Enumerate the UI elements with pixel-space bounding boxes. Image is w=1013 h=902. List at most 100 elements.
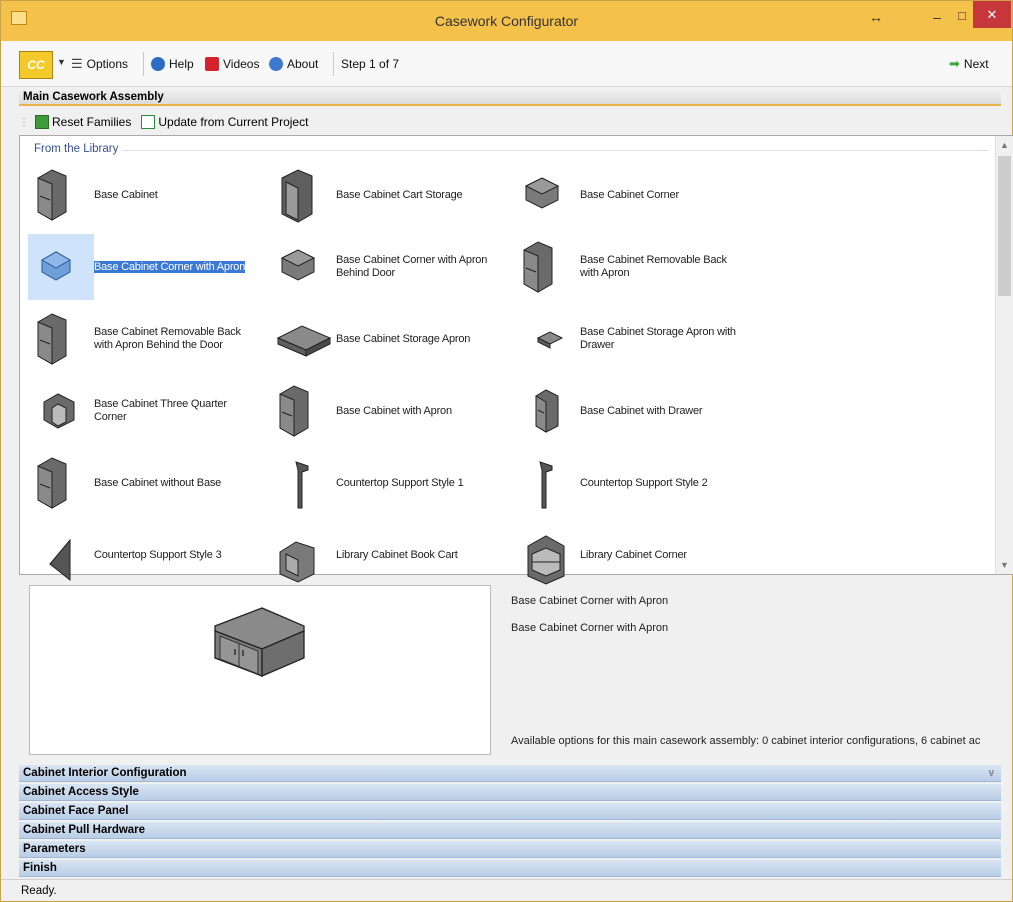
cabinet-icon [28, 450, 94, 516]
library-item[interactable]: Countertop Support Style 1 [270, 452, 510, 514]
step-indicator: Step 1 of 7 [341, 57, 400, 71]
next-label: Next [963, 57, 989, 71]
library-item[interactable]: Base Cabinet Corner with Apron Behind Do… [270, 236, 510, 298]
section-title: Cabinet Interior Configuration [23, 767, 187, 779]
logo-dropdown-icon[interactable]: ▼ [57, 57, 66, 67]
section-header[interactable]: Cabinet Pull Hardware [19, 822, 1001, 839]
scroll-down-icon[interactable]: ▼ [1000, 560, 1009, 570]
library-item[interactable]: Countertop Support Style 2 [514, 452, 754, 514]
scroll-up-icon[interactable]: ▲ [1000, 140, 1009, 150]
triangle-support-icon [28, 522, 94, 588]
families-toolbar: ⋮ Reset Families Update from Current Pro… [19, 109, 1001, 135]
reset-families-button[interactable]: Reset Families [35, 115, 131, 129]
library-item-label: Countertop Support Style 2 [580, 477, 745, 490]
main-casework-assembly-header[interactable]: Main Casework Assembly [19, 89, 1001, 106]
expand-icon[interactable]: ∨ [988, 765, 995, 782]
section-header[interactable]: Cabinet Interior Configuration ∨ [19, 765, 1001, 782]
library-item[interactable]: Base Cabinet Corner [514, 164, 754, 226]
cabinet-icon [270, 378, 336, 444]
library-item-text: Base Cabinet Removable Back with Apron B… [94, 326, 241, 351]
three-quarter-icon [28, 378, 94, 444]
support-icon [514, 450, 580, 516]
status-bar: Ready. [1, 879, 1012, 901]
cabinet-icon [514, 234, 580, 300]
library-item[interactable]: Base Cabinet Removable Back with Apron [514, 236, 754, 298]
tray-icon [270, 306, 336, 372]
library-item-text: Base Cabinet Corner with Apron [94, 260, 246, 273]
library-item-label: Base Cabinet without Base [94, 477, 259, 490]
library-item-label: Library Cabinet Book Cart [336, 549, 501, 562]
library-item-label: Base Cabinet with Apron [336, 405, 501, 418]
cc-logo-button[interactable]: CC [19, 51, 53, 79]
library-item-text: Base Cabinet Corner [580, 188, 679, 201]
maximize-button[interactable]: □ [951, 8, 973, 28]
library-item-text: Base Cabinet Storage Apron [336, 332, 471, 345]
library-item-text: Countertop Support Style 2 [580, 476, 708, 489]
library-item-label: Library Cabinet Corner [580, 549, 745, 562]
library-scrollbar[interactable]: ▲ ▼ [995, 136, 1013, 574]
library-item[interactable]: Base Cabinet Three Quarter Corner [28, 380, 268, 442]
section-header[interactable]: Cabinet Face Panel [19, 803, 1001, 820]
section-header[interactable]: Parameters [19, 841, 1001, 858]
status-text: Ready. [21, 885, 57, 897]
library-item[interactable]: Base Cabinet without Base [28, 452, 268, 514]
library-item-label: Base Cabinet Storage Apron [336, 333, 501, 346]
library-item[interactable]: Countertop Support Style 3 [28, 524, 268, 586]
library-item[interactable]: Base Cabinet Storage Apron [270, 308, 510, 370]
available-options-text: Available options for this main casework… [511, 735, 981, 747]
library-item-label: Base Cabinet Removable Back with Apron [580, 254, 745, 280]
update-icon [141, 115, 156, 129]
library-item[interactable]: Base Cabinet with Drawer [514, 380, 754, 442]
help-button[interactable]: Help [151, 56, 194, 72]
update-from-project-button[interactable]: Update from Current Project [141, 115, 308, 129]
next-button[interactable]: ➡ Next [949, 56, 989, 72]
videos-button[interactable]: Videos [205, 56, 259, 72]
library-item[interactable]: Base Cabinet [28, 164, 268, 226]
toolbar-separator [143, 52, 144, 76]
title-bar: Casework Configurator ↔ – □ ✕ [1, 1, 1012, 41]
close-button[interactable]: ✕ [973, 1, 1011, 28]
library-item-label: Base Cabinet Corner with Apron Behind Do… [336, 254, 501, 280]
library-item-label: Base Cabinet Storage Apron with Drawer [580, 326, 745, 352]
videos-label: Videos [223, 57, 260, 71]
section-title: Cabinet Face Panel [23, 805, 129, 817]
grip-icon: ⋮ [19, 116, 29, 128]
section-header[interactable]: Finish [19, 860, 1001, 877]
info-icon [269, 57, 283, 71]
library-item-text: Base Cabinet Three Quarter Corner [94, 398, 227, 423]
section-title: Cabinet Access Style [23, 786, 139, 798]
section-title: Finish [23, 862, 57, 874]
preview-description: Base Cabinet Corner with Apron [511, 622, 669, 634]
drawer-cabinet-icon [514, 378, 580, 444]
library-item-label: Base Cabinet with Drawer [580, 405, 745, 418]
casework-configurator-window: Casework Configurator ↔ – □ ✕ CC ▼ ☰ Opt… [0, 0, 1013, 902]
library-item[interactable]: Base Cabinet Removable Back with Apron B… [28, 308, 268, 370]
reset-icon [35, 115, 49, 129]
library-item[interactable]: Base Cabinet Corner with Apron [28, 234, 268, 300]
section-title: Cabinet Pull Hardware [23, 824, 146, 836]
library-item[interactable]: Base Cabinet with Apron [270, 380, 510, 442]
support-icon [270, 450, 336, 516]
library-item[interactable]: Base Cabinet Cart Storage [270, 164, 510, 226]
library-item-text: Countertop Support Style 3 [94, 548, 222, 561]
section-header[interactable]: Cabinet Access Style [19, 784, 1001, 801]
minimize-button[interactable]: – [923, 9, 951, 29]
about-label: About [287, 57, 319, 71]
main-toolbar: CC ▼ ☰ Options Help Videos About Step 1 … [1, 41, 1012, 87]
window-title: Casework Configurator [434, 13, 579, 29]
library-item-label: Base Cabinet Removable Back with Apron B… [94, 326, 259, 352]
library-item-text: Base Cabinet Removable Back with Apron [580, 254, 727, 279]
section-title: Parameters [23, 843, 86, 855]
legend-divider [34, 150, 989, 151]
options-button[interactable]: ☰ Options [71, 56, 128, 72]
resize-icon[interactable]: ↔ [869, 9, 883, 25]
library-item-text: Library Cabinet Corner [580, 548, 687, 561]
library-item[interactable]: Base Cabinet Storage Apron with Drawer [514, 308, 754, 370]
scroll-thumb[interactable] [998, 156, 1011, 296]
toolbar-separator [333, 52, 334, 76]
small-tray-icon [514, 306, 580, 372]
library-item-text: Base Cabinet [94, 188, 158, 201]
about-button[interactable]: About [269, 56, 318, 72]
library-item[interactable]: Library Cabinet Book Cart [270, 524, 510, 586]
library-item[interactable]: Library Cabinet Corner [514, 524, 754, 586]
